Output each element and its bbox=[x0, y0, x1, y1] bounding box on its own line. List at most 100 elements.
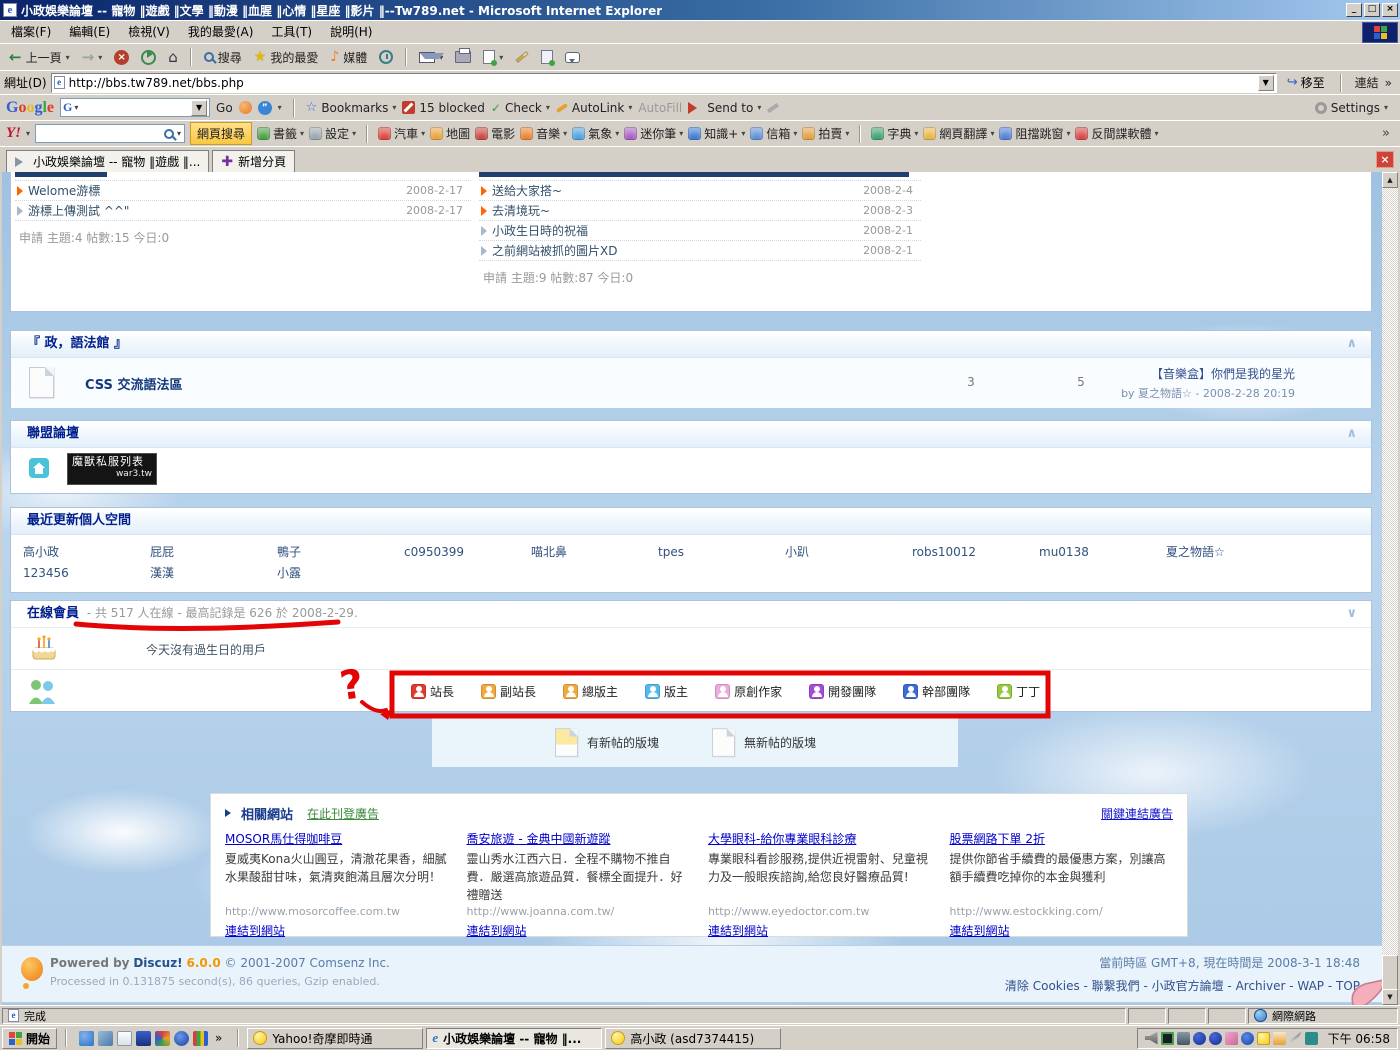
task-yahoo-messenger[interactable]: Yahoo!奇摩即時通 bbox=[247, 1028, 423, 1049]
address-dropdown-button[interactable]: ▼ bbox=[1258, 75, 1274, 91]
keyword-ads-link[interactable]: 關鍵連結廣告 bbox=[1101, 805, 1173, 822]
taskbar-clock[interactable]: 下午 06:58 bbox=[1321, 1030, 1390, 1047]
ad-title-link[interactable]: 喬安旅遊 - 金典中國新遊蹤 bbox=[467, 830, 611, 847]
google-autolink-button[interactable]: AutoLink▾ bbox=[556, 101, 632, 115]
ad-visit-link[interactable]: 連結到網站 bbox=[467, 924, 527, 938]
task-chat-window[interactable]: 高小政 (asd7374415) bbox=[605, 1028, 781, 1049]
thread-link[interactable]: 小政生日時的祝福 bbox=[492, 224, 588, 238]
close-button[interactable]: × bbox=[1382, 3, 1398, 17]
history-button[interactable] bbox=[374, 48, 398, 66]
thread-link[interactable]: 游標上傳測試 ^^" bbox=[28, 204, 129, 218]
task-forum-window[interactable]: e小政娛樂論壇 -- 寵物 ‖... bbox=[426, 1028, 602, 1049]
google-search-input[interactable]: G▾ ▼ bbox=[60, 98, 210, 117]
yahoo-notepad-button[interactable]: 迷你筆▾ bbox=[624, 125, 683, 142]
collapse-icon[interactable]: ∧ bbox=[1346, 331, 1357, 357]
discuz-link[interactable]: Discuz! bbox=[133, 956, 182, 970]
collapse-icon[interactable]: ∧ bbox=[1346, 421, 1357, 447]
yahoo-dictionary-button[interactable]: 字典▾ bbox=[871, 125, 918, 142]
user-link[interactable]: c0950399 bbox=[404, 542, 531, 563]
volume-icon[interactable] bbox=[1145, 1032, 1158, 1045]
ie-quicklaunch-icon[interactable] bbox=[79, 1031, 94, 1046]
comsenz-link[interactable]: © 2001-2007 Comsenz Inc. bbox=[225, 956, 390, 970]
section-title[interactable]: 在線會員 bbox=[27, 606, 79, 621]
edit-button[interactable] bbox=[510, 53, 534, 61]
yahoo-mail-button[interactable]: 信箱▾ bbox=[750, 125, 797, 142]
yahoo-weather-button[interactable]: 氣象▾ bbox=[572, 125, 619, 142]
pen-input-icon[interactable] bbox=[1289, 1032, 1302, 1045]
yahoo-search-input[interactable]: ▾ bbox=[35, 124, 185, 143]
google-search-mode-dropdown-icon[interactable]: ▾ bbox=[74, 103, 78, 112]
mail-notify-icon[interactable] bbox=[1273, 1032, 1286, 1045]
thread-link[interactable]: 去清境玩~ bbox=[492, 204, 550, 218]
yahoo-cars-button[interactable]: 汽車▾ bbox=[378, 125, 425, 142]
menu-favorites[interactable]: 我的最愛(A) bbox=[179, 22, 263, 43]
tab-forum[interactable]: 小政娛樂論壇 -- 寵物 ‖遊戲 ‖... bbox=[6, 150, 209, 172]
maximize-button[interactable]: □ bbox=[1364, 3, 1380, 17]
user-link[interactable]: 屁屁 bbox=[150, 542, 277, 563]
user-link[interactable]: 喵北鼻 bbox=[531, 542, 658, 563]
user-link[interactable]: 123456 bbox=[23, 563, 150, 584]
forum-link[interactable]: CSS 交流語法區 bbox=[85, 374, 182, 393]
messenger-button[interactable] bbox=[560, 50, 585, 65]
yahoo-bookmarks-button[interactable]: 書籤▾ bbox=[257, 125, 304, 142]
wireless-signal-icon[interactable] bbox=[1161, 1032, 1174, 1045]
dropdown-icon[interactable]: ▾ bbox=[278, 103, 282, 112]
ad-title-link[interactable]: 股票網路下單 2折 bbox=[950, 830, 1045, 847]
dropdown-icon[interactable]: ▾ bbox=[26, 129, 30, 138]
ad-visit-link[interactable]: 連結到網站 bbox=[708, 924, 768, 938]
menu-edit[interactable]: 編輯(E) bbox=[60, 22, 119, 43]
section-title[interactable]: 聯盟論壇 bbox=[27, 426, 79, 441]
yahoo-auction-button[interactable]: 拍賣▾ bbox=[802, 125, 849, 142]
user-link[interactable]: 小露 bbox=[277, 563, 404, 584]
new-tab-button[interactable]: ✚新增分頁 bbox=[212, 150, 295, 172]
user-link[interactable]: 夏之物語☆ bbox=[1166, 542, 1293, 563]
search-button[interactable]: 搜尋 bbox=[199, 47, 247, 68]
links-button[interactable]: 連結» bbox=[1351, 74, 1396, 91]
ad-title-link[interactable]: MOSOR馬仕得咖啡豆 bbox=[225, 830, 342, 847]
info-icon[interactable] bbox=[1209, 1032, 1222, 1045]
vertical-scrollbar[interactable]: ▲ ▼ bbox=[1382, 172, 1398, 1005]
forward-button[interactable]: →▾ bbox=[77, 48, 108, 66]
yahoo-antispyware-button[interactable]: 反間諜軟體▾ bbox=[1075, 125, 1158, 142]
google-bookmarks-button[interactable]: ☆Bookmarks▾ bbox=[306, 100, 397, 115]
address-input[interactable]: e http://bbs.tw789.net/bbs.php ▼ bbox=[51, 73, 1277, 93]
google-sendto-button[interactable]: Send to▾ bbox=[688, 101, 761, 115]
tab-close-button[interactable]: × bbox=[1376, 151, 1394, 168]
menu-view[interactable]: 檢視(V) bbox=[119, 22, 179, 43]
menu-help[interactable]: 說明(H) bbox=[321, 22, 381, 43]
quicklaunch-overflow-chevron[interactable]: » bbox=[212, 1031, 225, 1045]
yahoo-knowledge-button[interactable]: 知識+▾ bbox=[688, 125, 745, 142]
ad-visit-link[interactable]: 連結到網站 bbox=[950, 924, 1010, 938]
google-news-icon[interactable] bbox=[239, 101, 252, 114]
minimize-button[interactable]: _ bbox=[1346, 3, 1362, 17]
picasa-icon[interactable] bbox=[193, 1031, 208, 1046]
user-link[interactable]: 高小政 bbox=[23, 542, 150, 563]
refresh-button[interactable] bbox=[136, 48, 161, 67]
google-search-dropdown-button[interactable]: ▼ bbox=[191, 100, 207, 116]
compose-page-icon[interactable] bbox=[117, 1031, 132, 1046]
google-go-button[interactable]: Go bbox=[216, 101, 233, 115]
section-title[interactable]: 最近更新個人空間 bbox=[27, 513, 131, 528]
scroll-down-button[interactable]: ▼ bbox=[1382, 989, 1398, 1005]
start-button[interactable]: 開始 bbox=[2, 1028, 57, 1049]
yahoo-music-button[interactable]: 音樂▾ bbox=[520, 125, 567, 142]
home-link-icon[interactable] bbox=[29, 458, 49, 481]
collapse-icon[interactable]: ∨ bbox=[1346, 601, 1357, 626]
ime-language-icon[interactable] bbox=[1305, 1032, 1318, 1045]
user-link[interactable]: robs10012 bbox=[912, 542, 1039, 563]
home-button[interactable]: ⌂ bbox=[163, 48, 183, 66]
yahoo-translate-button[interactable]: 網頁翻譯▾ bbox=[923, 125, 994, 142]
antivirus-icon[interactable] bbox=[136, 1031, 151, 1046]
section-title[interactable]: 『 政，語法館 』 bbox=[27, 336, 127, 351]
ad-visit-link[interactable]: 連結到網站 bbox=[225, 924, 285, 938]
go-button[interactable]: ↪移至 bbox=[1281, 73, 1331, 92]
ad-title-link[interactable]: 大學眼科-給你專業眼科診療 bbox=[708, 830, 856, 847]
user-link[interactable]: 鴨子 bbox=[277, 542, 404, 563]
last-post-title[interactable]: 【音樂盒】你們是我的星光 bbox=[1121, 365, 1295, 382]
google-spellcheck-button[interactable]: ✓Check▾ bbox=[491, 101, 550, 115]
yahoo-popup-blocker-button[interactable]: 阻擋跳窗▾ bbox=[999, 125, 1070, 142]
yahoo-movies-button[interactable]: 電影 bbox=[475, 125, 515, 142]
yahoo-maps-button[interactable]: 地圖 bbox=[430, 125, 470, 142]
user-link[interactable]: mu0138 bbox=[1039, 542, 1166, 563]
user-link[interactable]: 漢漢 bbox=[150, 563, 277, 584]
